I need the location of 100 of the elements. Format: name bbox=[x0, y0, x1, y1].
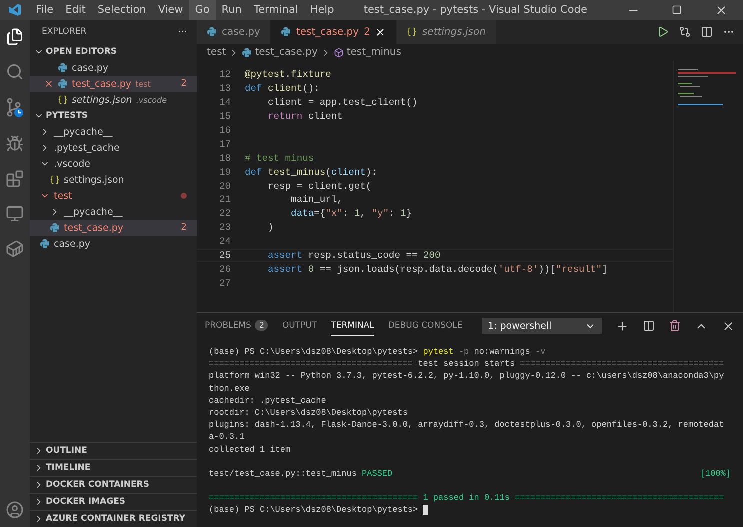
menu-item[interactable]: Run bbox=[216, 0, 248, 20]
panel-tab[interactable]: OUTPUT bbox=[282, 316, 318, 336]
open-editor-item[interactable]: settings.json .vscode bbox=[30, 92, 197, 108]
file-folder-label: .vscode bbox=[136, 96, 168, 104]
file-tree-item[interactable]: case.py bbox=[30, 236, 197, 252]
file-name: test_case.py bbox=[64, 222, 124, 234]
json-file-icon bbox=[407, 27, 418, 37]
menu-item[interactable]: Help bbox=[304, 0, 340, 20]
files-icon[interactable] bbox=[6, 28, 24, 46]
file-name: case.py bbox=[72, 62, 109, 74]
container-icon[interactable] bbox=[6, 240, 24, 258]
terminal-line: thon.exe bbox=[209, 384, 250, 396]
python-file-icon bbox=[207, 27, 217, 37]
problem-count: 2 bbox=[181, 223, 187, 233]
code-line: @pytest.fixture bbox=[245, 69, 332, 80]
section-header[interactable]: DOCKER CONTAINERS bbox=[30, 476, 197, 493]
file-tree-item[interactable]: __pycache__ bbox=[30, 204, 197, 220]
terminal-line: rootdir: C:\Users\dsz08\Desktop\pytests bbox=[209, 408, 408, 420]
panel-tab[interactable]: PROBLEMS 2 bbox=[205, 316, 268, 336]
run-icon[interactable] bbox=[657, 26, 669, 38]
terminal-line: platform win32 -- Python 3.7.3, pytest-6.2.2, py-1.10.0, pluggy-0.12.0 -- c:\users\dsz08\anaconda3\py bbox=[209, 371, 724, 384]
section-header[interactable]: AZURE CONTAINER REGISTRY bbox=[30, 510, 197, 527]
python-file-icon bbox=[58, 63, 68, 73]
line-number: 24 bbox=[218, 236, 232, 248]
file-tree-item[interactable]: .pytest_cache bbox=[30, 140, 197, 156]
editor-tab[interactable]: settings.json bbox=[397, 20, 497, 44]
split-editor-icon[interactable] bbox=[701, 26, 713, 38]
terminal-line: cachedir: .pytest_cache bbox=[209, 396, 326, 408]
line-number: 14 bbox=[218, 97, 232, 108]
panel-tab[interactable]: DEBUG CONSOLE bbox=[388, 316, 463, 336]
open-editor-item[interactable]: test_case.py test 2 bbox=[30, 76, 197, 92]
code-line: def client(): bbox=[245, 83, 320, 94]
section-header[interactable]: PYTESTS bbox=[30, 108, 197, 124]
menu-item[interactable]: View bbox=[152, 0, 190, 20]
progress-text: [100%] bbox=[700, 468, 731, 481]
line-number: 18 bbox=[218, 152, 232, 164]
source-control-icon[interactable] bbox=[5, 98, 25, 118]
line-number: 21 bbox=[218, 194, 232, 206]
line-number: 17 bbox=[218, 138, 232, 150]
file-tree-item[interactable]: .vscode bbox=[30, 156, 197, 172]
editor-tab[interactable]: test_case.py 2 bbox=[271, 20, 398, 44]
python-file-icon bbox=[58, 79, 68, 89]
open-editor-item[interactable]: case.py bbox=[30, 60, 197, 76]
app-logo-icon bbox=[8, 3, 22, 17]
close-icon[interactable] bbox=[722, 320, 735, 332]
panel-tab[interactable]: TERMINAL bbox=[331, 316, 374, 336]
code-line: client = app.test_client() bbox=[267, 97, 418, 108]
maximize-icon[interactable] bbox=[672, 5, 682, 15]
editor-tab[interactable]: case.py bbox=[197, 20, 272, 44]
terminal-line: ======================================== test session starts ======================================== bbox=[209, 359, 724, 372]
file-name: .pytest_cache bbox=[54, 142, 120, 154]
split-terminal-icon[interactable] bbox=[643, 320, 655, 332]
file-tree-item[interactable]: __pycache__ bbox=[30, 124, 197, 140]
line-number: 22 bbox=[218, 208, 232, 220]
close-icon[interactable] bbox=[375, 26, 386, 38]
sidebar-title: EXPLORER bbox=[42, 27, 87, 37]
modified-dot bbox=[181, 193, 187, 199]
file-name: test bbox=[54, 190, 72, 202]
count-badge: 2 bbox=[255, 320, 268, 331]
line-number: 12 bbox=[218, 69, 232, 80]
line-number: 13 bbox=[218, 83, 232, 94]
menu-item[interactable]: Go bbox=[189, 0, 216, 20]
file-name: case.py bbox=[54, 238, 91, 250]
menu-item[interactable]: Selection bbox=[92, 0, 152, 20]
breadcrumb-item[interactable]: test_case.py bbox=[242, 47, 318, 58]
python-file-icon bbox=[40, 239, 50, 249]
line-number: 26 bbox=[218, 264, 232, 275]
breadcrumb-item[interactable]: test bbox=[207, 47, 226, 58]
menu-item[interactable]: File bbox=[30, 0, 60, 20]
close-icon[interactable] bbox=[714, 4, 728, 16]
section-header[interactable]: OPEN EDITORS bbox=[30, 44, 197, 60]
search-icon[interactable] bbox=[6, 63, 24, 81]
section-header[interactable]: OUTLINE bbox=[30, 442, 197, 459]
terminal-line: (base) PS C:\Users\dsz08\Desktop\pytests> pytest -p no:warnings -v bbox=[209, 347, 546, 359]
code-line: def test_minus(client): bbox=[245, 166, 378, 178]
line-number: 25 bbox=[218, 250, 232, 262]
python-file-icon bbox=[242, 48, 252, 58]
monitor-icon[interactable] bbox=[6, 205, 24, 223]
file-name: settings.json bbox=[72, 94, 132, 106]
trash-icon[interactable] bbox=[669, 320, 681, 332]
code-line: # test minus bbox=[245, 152, 314, 164]
section-header[interactable]: DOCKER IMAGES bbox=[30, 493, 197, 510]
terminal-select[interactable]: 1: powershell bbox=[482, 318, 602, 334]
file-name: __pycache__ bbox=[54, 126, 113, 138]
breadcrumb-item[interactable]: test_minus bbox=[334, 47, 402, 58]
file-tree-item[interactable]: settings.json bbox=[30, 172, 197, 188]
json-file-icon bbox=[58, 95, 68, 105]
section-header[interactable]: TIMELINE bbox=[30, 459, 197, 476]
file-tree-item[interactable]: test_case.py 2 bbox=[30, 220, 197, 236]
file-name: .vscode bbox=[54, 158, 91, 170]
account-icon[interactable] bbox=[6, 501, 24, 519]
new-terminal-icon[interactable] bbox=[616, 320, 629, 332]
extensions-icon[interactable] bbox=[6, 170, 24, 188]
menu-item[interactable]: Terminal bbox=[248, 0, 304, 20]
file-tree-item[interactable]: test bbox=[30, 188, 197, 204]
line-number: 15 bbox=[218, 111, 232, 122]
compare-icon[interactable] bbox=[679, 26, 691, 38]
bug-icon[interactable] bbox=[6, 135, 24, 153]
menu-item[interactable]: Edit bbox=[60, 0, 92, 20]
more-actions[interactable]: ··· bbox=[178, 26, 187, 38]
